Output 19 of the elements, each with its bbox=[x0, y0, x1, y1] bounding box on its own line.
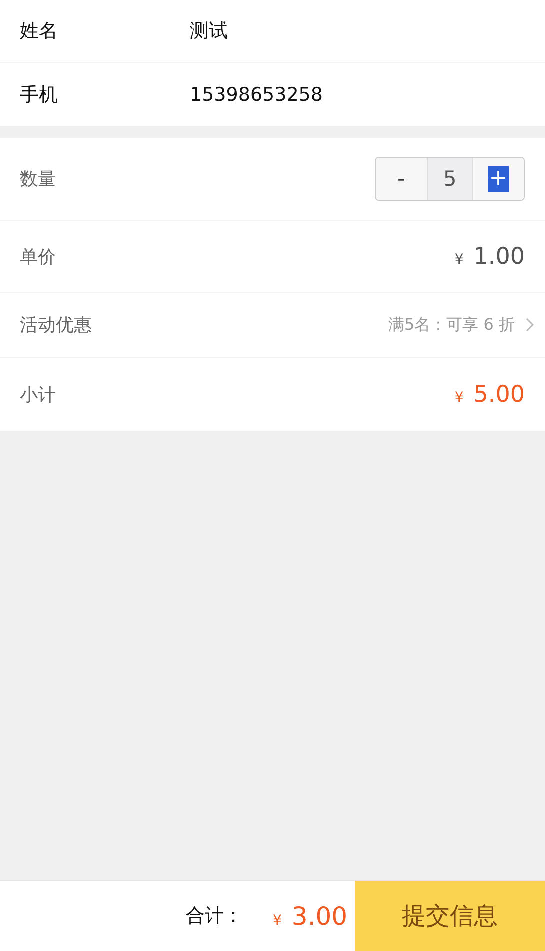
submit-button[interactable]: 提交信息 bbox=[355, 881, 545, 951]
quantity-label: 数量 bbox=[20, 168, 56, 191]
total-label: 合计： bbox=[186, 904, 243, 929]
quantity-stepper[interactable]: - 5 + bbox=[375, 157, 525, 201]
field-label: 姓名 bbox=[20, 19, 59, 44]
discount-text[interactable]: 满5名：可享 6 折 bbox=[388, 314, 515, 336]
field-label: 手机 bbox=[20, 82, 59, 108]
minus-button[interactable]: - bbox=[376, 158, 427, 200]
field-value: 测试 bbox=[190, 19, 228, 44]
price-value: ¥ 5.00 bbox=[454, 382, 525, 408]
quantity-value: 5 bbox=[427, 158, 473, 200]
row-label: 小计 bbox=[20, 384, 56, 406]
chevron-right-icon[interactable] bbox=[525, 317, 535, 333]
plus-button[interactable]: + bbox=[473, 158, 524, 200]
total-amount: ¥ 3.00 bbox=[273, 902, 349, 930]
price-value: ¥ 1.00 bbox=[454, 244, 525, 270]
field-value: 15398653258 bbox=[190, 84, 323, 106]
row-label: 活动优惠 bbox=[20, 314, 92, 337]
row-label: 单价 bbox=[20, 246, 56, 268]
